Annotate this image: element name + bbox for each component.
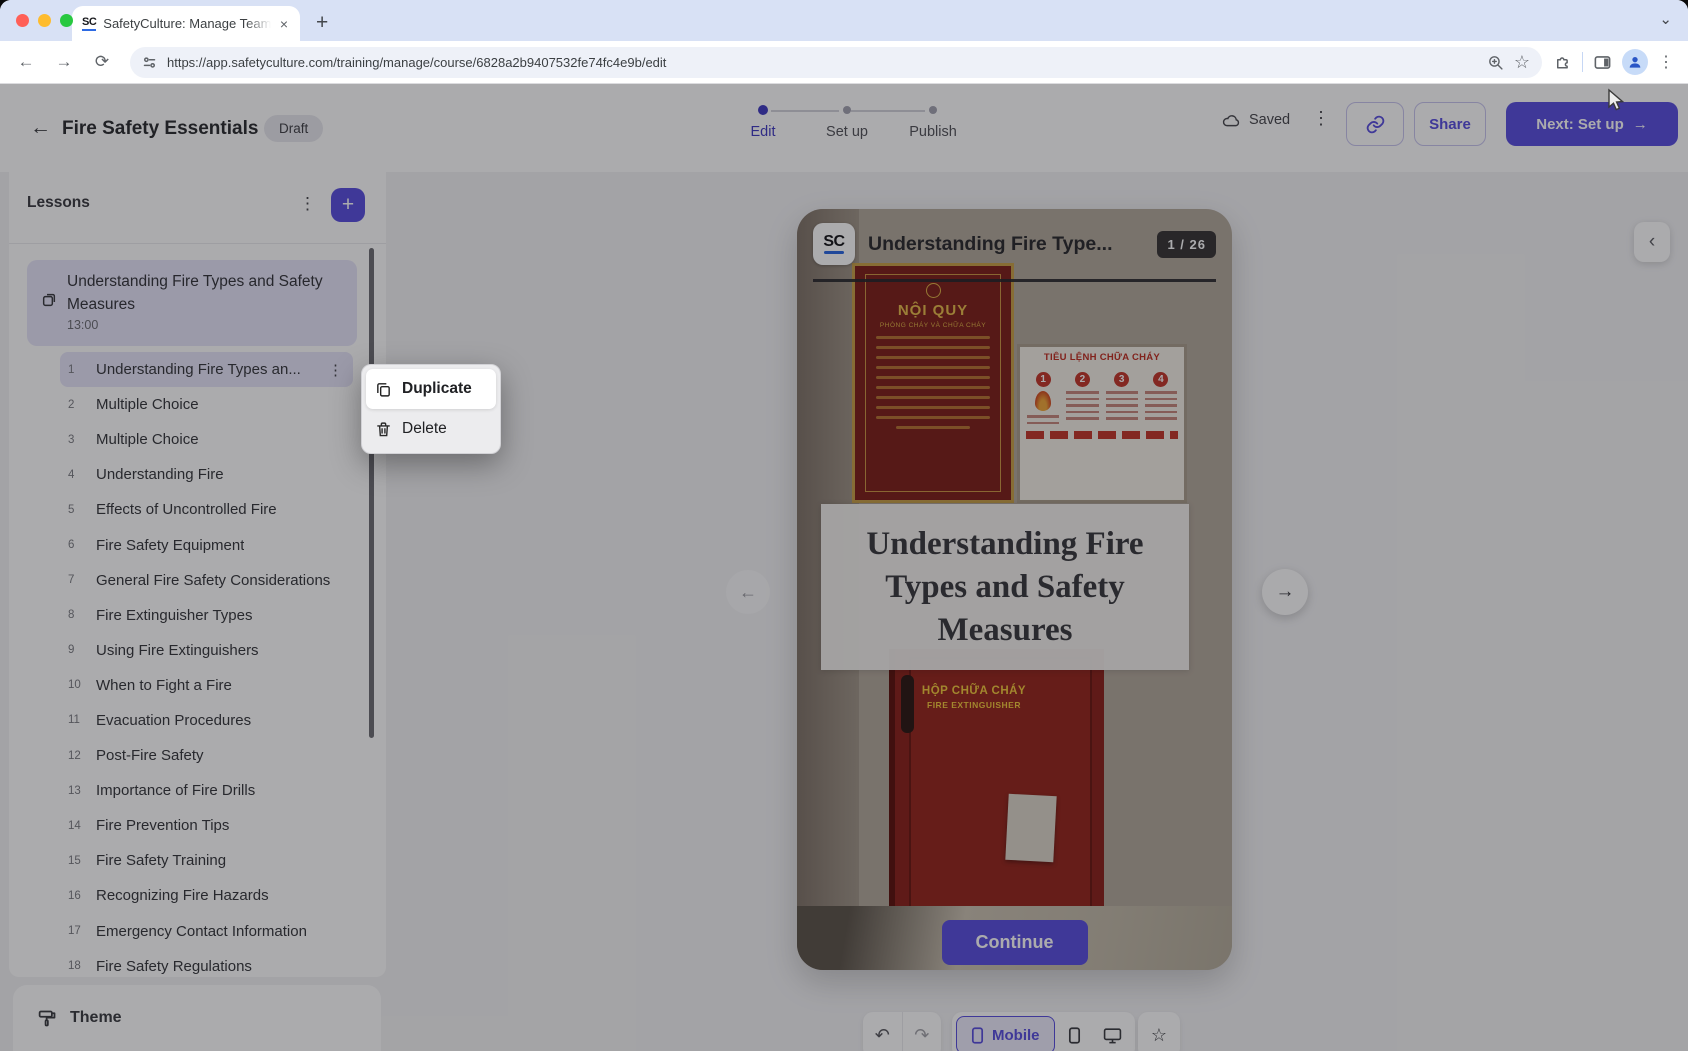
mouse-cursor: [1605, 88, 1627, 117]
delete-label: Delete: [402, 420, 447, 438]
tab-close-icon[interactable]: ×: [278, 16, 290, 32]
window-controls: [16, 14, 73, 27]
trash-icon: [375, 421, 392, 438]
browser-tabstrip: SC SafetyCulture: Manage Teams × + ⌄: [0, 0, 1688, 41]
browser-tab[interactable]: SC SafetyCulture: Manage Teams ×: [72, 6, 300, 41]
dim-overlay: [0, 84, 1688, 1051]
forward-button[interactable]: →: [48, 46, 80, 78]
profile-avatar[interactable]: [1622, 49, 1648, 75]
browser-window: SC SafetyCulture: Manage Teams × + ⌄ ← →…: [0, 0, 1688, 1051]
zoom-icon[interactable]: [1487, 54, 1504, 71]
slide-context-menu: Duplicate Delete: [361, 364, 501, 454]
toolbar-divider: [1582, 52, 1583, 72]
toolbar-right: ⋮: [1554, 49, 1678, 75]
duplicate-label: Duplicate: [402, 380, 472, 398]
new-tab-button[interactable]: +: [316, 11, 328, 35]
url-text: https://app.safetyculture.com/training/m…: [167, 55, 1477, 70]
app-page: ← Fire Safety Essentials Draft Edit Set …: [0, 84, 1688, 1051]
close-window-button[interactable]: [16, 14, 29, 27]
copy-icon: [375, 381, 392, 398]
back-button[interactable]: ←: [10, 46, 42, 78]
browser-toolbar: ← → ⟳ https://app.safetyculture.com/trai…: [0, 41, 1688, 84]
maximize-window-button[interactable]: [60, 14, 73, 27]
safetyculture-favicon: SC: [82, 16, 96, 30]
browser-menu-kebab-icon[interactable]: ⋮: [1658, 52, 1674, 72]
reload-button[interactable]: ⟳: [86, 46, 118, 78]
extensions-icon[interactable]: [1554, 53, 1572, 71]
site-settings-icon[interactable]: [142, 55, 157, 70]
menu-item-duplicate[interactable]: Duplicate: [366, 369, 496, 409]
url-bar[interactable]: https://app.safetyculture.com/training/m…: [130, 47, 1542, 78]
menu-item-delete[interactable]: Delete: [366, 409, 496, 449]
tab-search-chevron-icon[interactable]: ⌄: [1659, 10, 1672, 28]
tab-title: SafetyCulture: Manage Teams: [103, 16, 271, 31]
minimize-window-button[interactable]: [38, 14, 51, 27]
bookmark-star-icon[interactable]: ☆: [1514, 52, 1530, 73]
side-panel-icon[interactable]: [1593, 53, 1612, 72]
